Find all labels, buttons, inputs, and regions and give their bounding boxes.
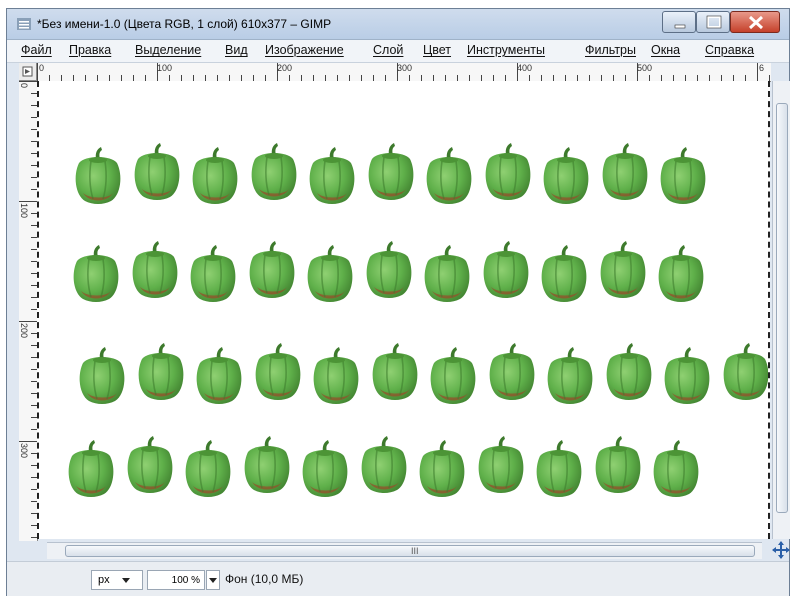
pepper-image [181, 438, 235, 498]
layer-info: Фон (10,0 МБ) [225, 572, 304, 586]
pepper-image [479, 239, 533, 299]
pepper-image [422, 145, 476, 205]
pepper-image [364, 141, 418, 201]
vertical-ruler[interactable]: 0 100 200 300 [19, 81, 38, 541]
horizontal-scrollbar[interactable]: III [47, 542, 762, 559]
pepper-image [240, 434, 294, 494]
pepper-image [245, 239, 299, 299]
pepper-image [660, 345, 714, 405]
pepper-image [591, 434, 645, 494]
pepper-image [485, 341, 539, 401]
pepper-image [539, 145, 593, 205]
pepper-image [69, 243, 123, 303]
pepper-image [134, 341, 188, 401]
pepper-image [649, 438, 703, 498]
menu-layer[interactable]: Слой [373, 43, 403, 57]
ruler-ticks [19, 81, 37, 538]
pepper-image [543, 345, 597, 405]
pepper-image [481, 141, 535, 201]
ruler-label: 300 [397, 63, 413, 73]
pepper-image [532, 438, 586, 498]
ruler-label: 0 [19, 83, 29, 89]
pepper-image [420, 243, 474, 303]
maximize-icon [706, 15, 722, 29]
ruler-label: 500 [637, 63, 653, 73]
pepper-image [188, 145, 242, 205]
ruler-label: 100 [157, 63, 173, 73]
menu-bar: Файл Правка Выделение Вид Изображение Сл… [7, 40, 789, 63]
menu-tools[interactable]: Инструменты [467, 43, 545, 57]
navigate-cross-icon[interactable] [772, 541, 790, 559]
maximize-button[interactable] [696, 11, 730, 33]
chevron-down-icon [209, 578, 217, 583]
pepper-image [305, 145, 359, 205]
pepper-image [247, 141, 301, 201]
quick-mask-toggle[interactable] [19, 63, 37, 81]
menu-image[interactable]: Изображение [265, 43, 344, 57]
menu-help[interactable]: Справка [705, 43, 754, 57]
ruler-label: 200 [19, 323, 29, 339]
title-bar[interactable]: *Без имени-1.0 (Цвета RGB, 1 слой) 610x3… [7, 9, 789, 40]
chevron-down-icon [122, 578, 130, 583]
close-icon [748, 15, 764, 30]
pepper-image [192, 345, 246, 405]
pepper-image [474, 434, 528, 494]
pepper-image [303, 243, 357, 303]
zoom-field[interactable]: 100 % [147, 570, 205, 590]
pepper-image [719, 341, 769, 401]
pepper-image [123, 434, 177, 494]
ruler-label: 100 [19, 203, 29, 219]
menu-view[interactable]: Вид [225, 43, 248, 57]
horizontal-ruler[interactable]: 0 100 200 300 400 500 6 [37, 63, 771, 82]
horizontal-scroll-thumb[interactable]: III [65, 545, 755, 557]
ruler-label: 400 [517, 63, 533, 73]
pepper-image [130, 141, 184, 201]
pepper-image [596, 239, 650, 299]
gimp-window: *Без имени-1.0 (Цвета RGB, 1 слой) 610x3… [6, 8, 790, 596]
ruler-label: 300 [19, 443, 29, 459]
pepper-image [602, 341, 656, 401]
pepper-image [71, 145, 125, 205]
pepper-image [415, 438, 469, 498]
pepper-image [64, 438, 118, 498]
menu-filters[interactable]: Фильтры [585, 43, 636, 57]
pepper-image [368, 341, 422, 401]
vertical-scroll-thumb[interactable] [776, 103, 788, 513]
menu-windows[interactable]: Окна [651, 43, 680, 57]
pepper-image [298, 438, 352, 498]
menu-file[interactable]: Файл [21, 43, 52, 57]
quick-mask-icon [22, 66, 33, 77]
ruler-label: 0 [39, 63, 45, 73]
pepper-image [251, 341, 305, 401]
vertical-scrollbar[interactable] [772, 81, 790, 539]
minimize-button[interactable] [662, 11, 696, 33]
pepper-image [362, 239, 416, 299]
pepper-image [128, 239, 182, 299]
close-button[interactable] [730, 11, 780, 33]
ruler-label: 200 [277, 63, 293, 73]
pepper-image [654, 243, 708, 303]
image-canvas[interactable] [37, 81, 770, 539]
pepper-image [426, 345, 480, 405]
pepper-image [357, 434, 411, 494]
menu-edit[interactable]: Правка [69, 43, 111, 57]
menu-select[interactable]: Выделение [135, 43, 201, 57]
menu-color[interactable]: Цвет [423, 43, 451, 57]
pepper-image [75, 345, 129, 405]
ruler-label: 6 [759, 63, 765, 73]
minimize-icon [674, 24, 686, 29]
scroll-grip: III [411, 546, 419, 556]
pepper-image [309, 345, 363, 405]
pepper-image [537, 243, 591, 303]
unit-select[interactable]: px [91, 570, 143, 590]
pepper-image [598, 141, 652, 201]
pepper-image [656, 145, 710, 205]
gimp-window-icon [17, 18, 31, 30]
zoom-dropdown-button[interactable] [206, 570, 220, 590]
status-bar: px 100 % Фон (10,0 МБ) [7, 561, 789, 596]
zoom-value: 100 % [171, 575, 200, 586]
window-title: *Без имени-1.0 (Цвета RGB, 1 слой) 610x3… [37, 17, 332, 31]
pepper-image [186, 243, 240, 303]
